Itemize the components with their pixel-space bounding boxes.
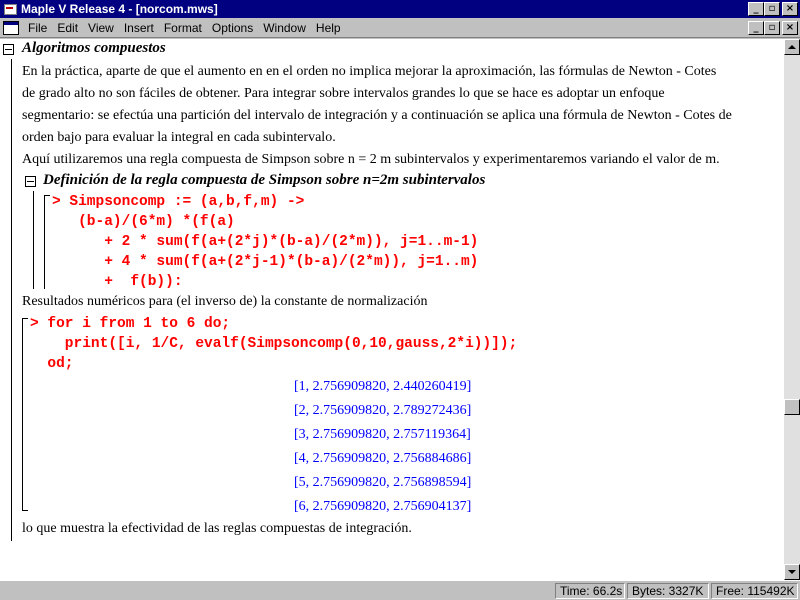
output-line-3: [3, 2.756909820, 2.757119364]: [294, 427, 471, 442]
menu-help[interactable]: Help: [311, 21, 346, 35]
code1-line-5[interactable]: + f(b)):: [52, 274, 182, 290]
worksheet[interactable]: Algoritmos compuestos En la práctica, ap…: [0, 39, 784, 580]
menu-options[interactable]: Options: [207, 21, 258, 35]
status-bytes: Bytes: 3327K: [627, 583, 709, 599]
doc-close-button[interactable]: ×: [782, 21, 798, 35]
intro-line-1: En la práctica, aparte de que el aumento…: [22, 64, 717, 79]
intro-line-2: de grado alto no son fáciles de obtener.…: [22, 86, 665, 101]
vertical-scrollbar[interactable]: [784, 39, 800, 580]
subsection-bracket[interactable]: [33, 191, 34, 289]
menu-edit[interactable]: Edit: [52, 21, 83, 35]
maple-app-icon[interactable]: [2, 1, 18, 17]
menu-bar: File Edit View Insert Format Options Win…: [0, 18, 800, 38]
code2-bracket[interactable]: [22, 318, 28, 511]
code2-line-1[interactable]: > for i from 1 to 6 do;: [30, 316, 230, 332]
title-bar: Maple V Release 4 - [norcom.mws] _ ▫ ×: [0, 0, 800, 18]
menu-format[interactable]: Format: [159, 21, 207, 35]
intro-line-5: Aquí utilizaremos una regla compuesta de…: [22, 152, 720, 167]
menu-window[interactable]: Window: [258, 21, 311, 35]
intro-line-4: orden bajo para evaluar la integral en c…: [22, 130, 336, 145]
output-line-5: [5, 2.756909820, 2.756898594]: [294, 475, 472, 490]
code1-line-2[interactable]: (b-a)/(6*m) *(f(a): [52, 214, 235, 230]
menu-insert[interactable]: Insert: [119, 21, 159, 35]
scroll-thumb[interactable]: [784, 399, 800, 415]
subsection-title: Definición de la regla compuesta de Simp…: [43, 172, 486, 188]
window-title: Maple V Release 4 - [norcom.mws]: [21, 2, 218, 16]
minimize-button[interactable]: _: [748, 2, 764, 16]
section-collapse-toggle[interactable]: [3, 44, 14, 55]
scroll-down-icon[interactable]: [784, 564, 800, 580]
doc-restore-button[interactable]: ▫: [764, 21, 780, 35]
intro-line-3: segmentario: se efectúa una partición de…: [22, 108, 732, 123]
status-free: Free: 115492K: [711, 583, 798, 599]
output-line-2: [2, 2.756909820, 2.789272436]: [294, 403, 472, 418]
restore-button[interactable]: ▫: [764, 2, 780, 16]
code1-line-4[interactable]: + 4 * sum(f(a+(2*j-1)*(b-a)/(2*m)), j=1.…: [52, 254, 478, 270]
conclusion-text: lo que muestra la efectividad de las reg…: [22, 521, 412, 536]
output-line-4: [4, 2.756909820, 2.756884686]: [294, 451, 472, 466]
doc-minimize-button[interactable]: _: [748, 21, 764, 35]
code1-line-3[interactable]: + 2 * sum(f(a+(2*j)*(b-a)/(2*m)), j=1..m…: [52, 234, 478, 250]
output-line-1: [1, 2.756909820, 2.440260419]: [294, 379, 472, 394]
status-bar: Time: 66.2s Bytes: 3327K Free: 115492K: [0, 580, 800, 600]
section-bracket[interactable]: [11, 59, 12, 541]
code2-line-3[interactable]: od;: [30, 356, 73, 372]
menu-file[interactable]: File: [23, 21, 52, 35]
scroll-up-icon[interactable]: [784, 39, 800, 55]
section-title: Algoritmos compuestos: [22, 40, 166, 56]
output-line-6: [6, 2.756909820, 2.756904137]: [294, 499, 472, 514]
close-button[interactable]: ×: [782, 2, 798, 16]
document-icon[interactable]: [3, 20, 19, 35]
menu-view[interactable]: View: [83, 21, 119, 35]
code2-line-2[interactable]: print([i, 1/C, evalf(Simpsoncomp(0,10,ga…: [30, 336, 517, 352]
results-label: Resultados numéricos para (el inverso de…: [22, 294, 428, 309]
code1-line-1[interactable]: > Simpsoncomp := (a,b,f,m) ->: [52, 194, 304, 210]
subsection-collapse-toggle[interactable]: [25, 176, 36, 187]
status-time: Time: 66.2s: [555, 583, 625, 599]
code1-bracket[interactable]: [44, 195, 50, 289]
